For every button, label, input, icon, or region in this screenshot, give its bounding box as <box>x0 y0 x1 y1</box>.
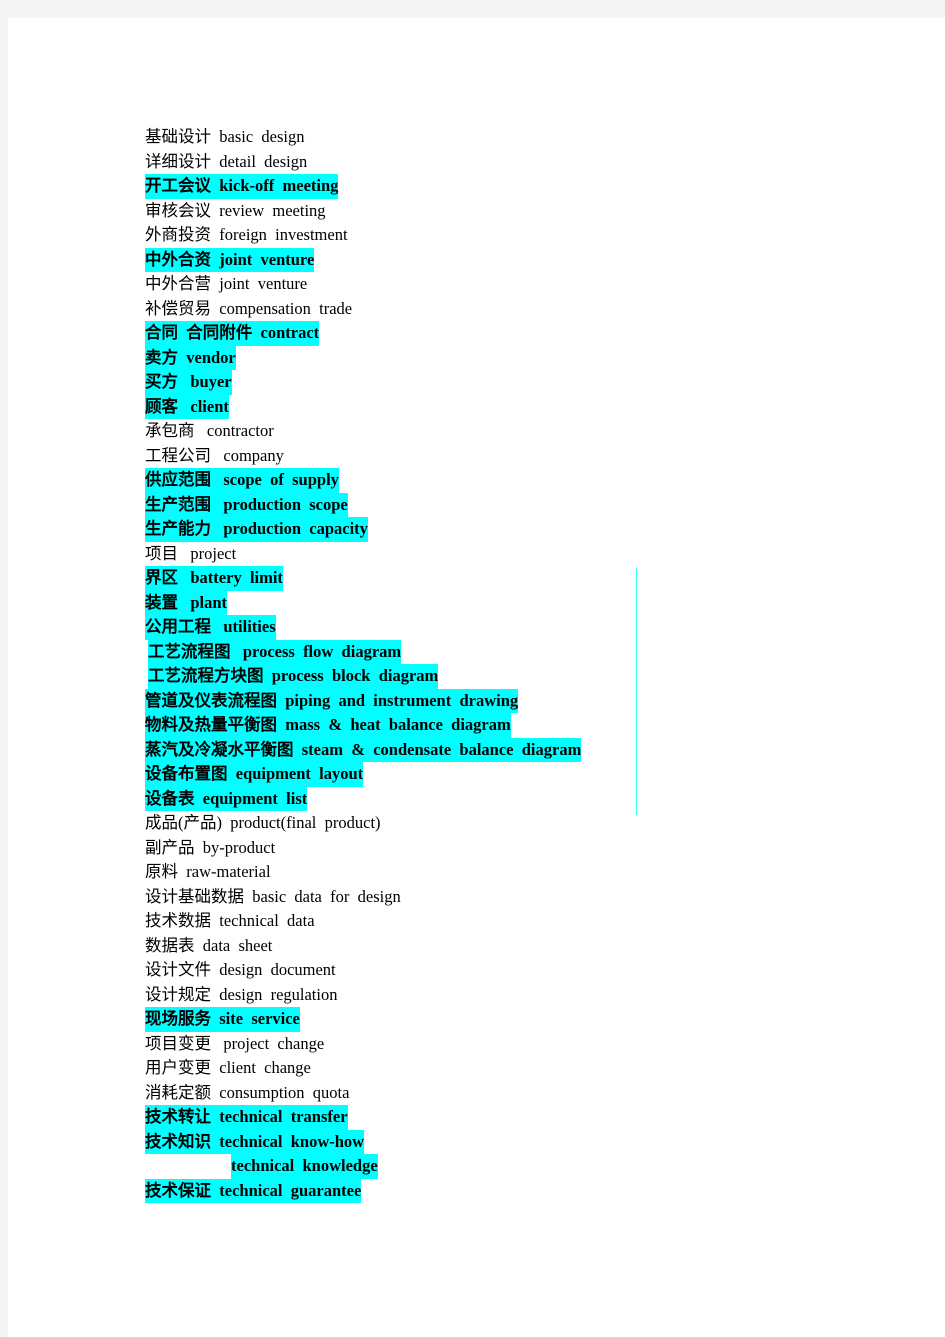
glossary-entry-text: 消耗定额 consumption quota <box>145 1082 350 1102</box>
glossary-entry: 工艺流程图 process flow diagram <box>145 639 925 664</box>
glossary-entry-text: 合同 合同附件 contract <box>145 321 320 346</box>
glossary-entry-text: 技术保证 technical guarantee <box>145 1178 362 1203</box>
glossary-entry: 装置 plant <box>145 590 925 615</box>
glossary-entry-text: 装置 plant <box>145 590 228 615</box>
glossary-entry: 设计规定 design regulation <box>145 983 925 1008</box>
glossary-entry-text: 技术数据 technical data <box>145 911 315 930</box>
glossary-entry-text: 生产范围 production scope <box>145 492 348 517</box>
glossary-entry: 承包商 contractor <box>145 419 925 444</box>
glossary-entry: 管道及仪表流程图 piping and instrument drawing <box>145 688 925 713</box>
glossary-entry: 技术转让 technical transfer <box>145 1105 925 1130</box>
glossary-entry: 界区 battery limit <box>145 566 925 591</box>
glossary-entry-text: 工艺流程方块图 process block diagram <box>148 664 439 689</box>
glossary-entry-text: 外商投资 foreign investment <box>145 225 348 244</box>
glossary-entry: 补偿贸易 compensation trade <box>145 297 925 322</box>
glossary-entry: 合同 合同附件 contract <box>145 321 925 346</box>
glossary-entry-text: 设备表 equipment list <box>145 786 308 811</box>
glossary-entry: 外商投资 foreign investment <box>145 223 925 248</box>
glossary-entry: 公用工程 utilities <box>145 615 925 640</box>
glossary-entry-text: 卖方 vendor <box>145 345 236 370</box>
glossary-entry-text: 项目变更 project change <box>145 1033 325 1053</box>
glossary-entry: 生产能力 production capacity <box>145 517 925 542</box>
glossary-entry-text: 项目 project <box>145 543 237 563</box>
glossary-entry-text: 技术知识 technical know-how <box>145 1129 365 1154</box>
glossary-entry-text: 审核会议 review meeting <box>145 200 326 220</box>
glossary-entry: 技术保证 technical guarantee <box>145 1178 925 1203</box>
glossary-entry-text: 副产品 by-product <box>145 837 276 857</box>
glossary-entry-text: 设计基础数据 basic data for design <box>145 886 401 906</box>
glossary-entry: 详细设计 detail design <box>145 150 925 175</box>
glossary-entry-text: 原料 raw-material <box>145 862 271 881</box>
glossary-entry: 用户变更 client change <box>145 1056 925 1081</box>
glossary-entry: 技术知识 technical know-how <box>145 1129 925 1154</box>
vertical-cyan-rule <box>636 568 637 815</box>
glossary-entry-text: 承包商 contractor <box>145 421 274 440</box>
glossary-entry-text: 工程公司 company <box>145 445 284 465</box>
entry-leading-gap <box>145 1154 231 1179</box>
glossary-entry: 蒸汽及冷凝水平衡图 steam & condensate balance dia… <box>145 737 925 762</box>
glossary-entry-text: 基础设计 basic design <box>145 127 305 146</box>
glossary-entry: 物料及热量平衡图 mass & heat balance diagram <box>145 713 925 738</box>
glossary-entry-text: 补偿贸易 compensation trade <box>145 298 353 318</box>
glossary-entry: 供应范围 scope of supply <box>145 468 925 493</box>
glossary-entry-text: 公用工程 utilities <box>145 615 276 640</box>
glossary-entry: 中外合资 joint venture <box>145 247 925 272</box>
glossary-entry-text: 工艺流程图 process flow diagram <box>148 639 402 664</box>
glossary-entry: technical knowledge <box>145 1154 925 1179</box>
glossary-entry-text: 设备布置图 equipment layout <box>145 762 364 787</box>
glossary-entry-text: 管道及仪表流程图 piping and instrument drawing <box>145 688 519 713</box>
glossary-entry-text: 顾客 client <box>145 394 229 419</box>
glossary-entry: 技术数据 technical data <box>145 909 925 934</box>
glossary-entry: 中外合营 joint venture <box>145 272 925 297</box>
glossary-entry-text: 设计规定 design regulation <box>145 984 338 1004</box>
glossary-entry: 消耗定额 consumption quota <box>145 1081 925 1106</box>
glossary-entry: 设备表 equipment list <box>145 786 925 811</box>
glossary-entry-list: 基础设计 basic design 详细设计 detail design 开工会议 … <box>145 125 925 1203</box>
glossary-entry: 买方 buyer <box>145 370 925 395</box>
glossary-entry: 审核会议 review meeting <box>145 199 925 224</box>
glossary-entry: 现场服务 site service <box>145 1007 925 1032</box>
glossary-entry: 工程公司 company <box>145 444 925 469</box>
glossary-entry-text: 数据表 data sheet <box>145 935 273 955</box>
glossary-entry-text: 供应范围 scope of supply <box>145 468 339 493</box>
glossary-entry: 开工会议 kick-off meeting <box>145 174 925 199</box>
glossary-entry-text: 生产能力 production capacity <box>145 517 368 542</box>
glossary-entry-text: 中外合资 joint venture <box>145 247 315 272</box>
glossary-entry: 设计基础数据 basic data for design <box>145 885 925 910</box>
document-page: 基础设计 basic design 详细设计 detail design 开工会议 … <box>8 18 945 1337</box>
glossary-entry-text: 蒸汽及冷凝水平衡图 steam & condensate balance dia… <box>145 737 582 762</box>
glossary-entry: 基础设计 basic design <box>145 125 925 150</box>
glossary-entry-text: 界区 battery limit <box>145 566 283 591</box>
glossary-entry-text: 技术转让 technical transfer <box>145 1105 348 1130</box>
glossary-entry: 顾客 client <box>145 394 925 419</box>
glossary-entry: 项目变更 project change <box>145 1032 925 1057</box>
glossary-entry: 数据表 data sheet <box>145 934 925 959</box>
glossary-entry: 生产范围 production scope <box>145 492 925 517</box>
glossary-entry: 卖方 vendor <box>145 345 925 370</box>
glossary-entry-text: 设计文件 design document <box>145 960 336 979</box>
glossary-entry-text: 物料及热量平衡图 mass & heat balance diagram <box>145 713 511 738</box>
glossary-entry-text: 现场服务 site service <box>145 1007 300 1032</box>
glossary-entry-text: 中外合营 joint venture <box>145 274 308 293</box>
glossary-entry: 工艺流程方块图 process block diagram <box>145 664 925 689</box>
glossary-entry: 原料 raw-material <box>145 860 925 885</box>
glossary-entry-text: 用户变更 client change <box>145 1058 311 1077</box>
glossary-entry: 设备布置图 equipment layout <box>145 762 925 787</box>
glossary-entry: 项目 project <box>145 542 925 567</box>
glossary-entry-text: 详细设计 detail design <box>145 151 308 171</box>
glossary-entry: 设计文件 design document <box>145 958 925 983</box>
glossary-entry-text: 成品(产品) product(final product) <box>145 813 381 832</box>
glossary-entry-text: 开工会议 kick-off meeting <box>145 174 339 199</box>
glossary-entry: 成品(产品) product(final product) <box>145 811 925 836</box>
glossary-entry-text: 买方 buyer <box>145 370 232 395</box>
glossary-entry: 副产品 by-product <box>145 836 925 861</box>
glossary-entry-text: technical knowledge <box>231 1154 378 1179</box>
